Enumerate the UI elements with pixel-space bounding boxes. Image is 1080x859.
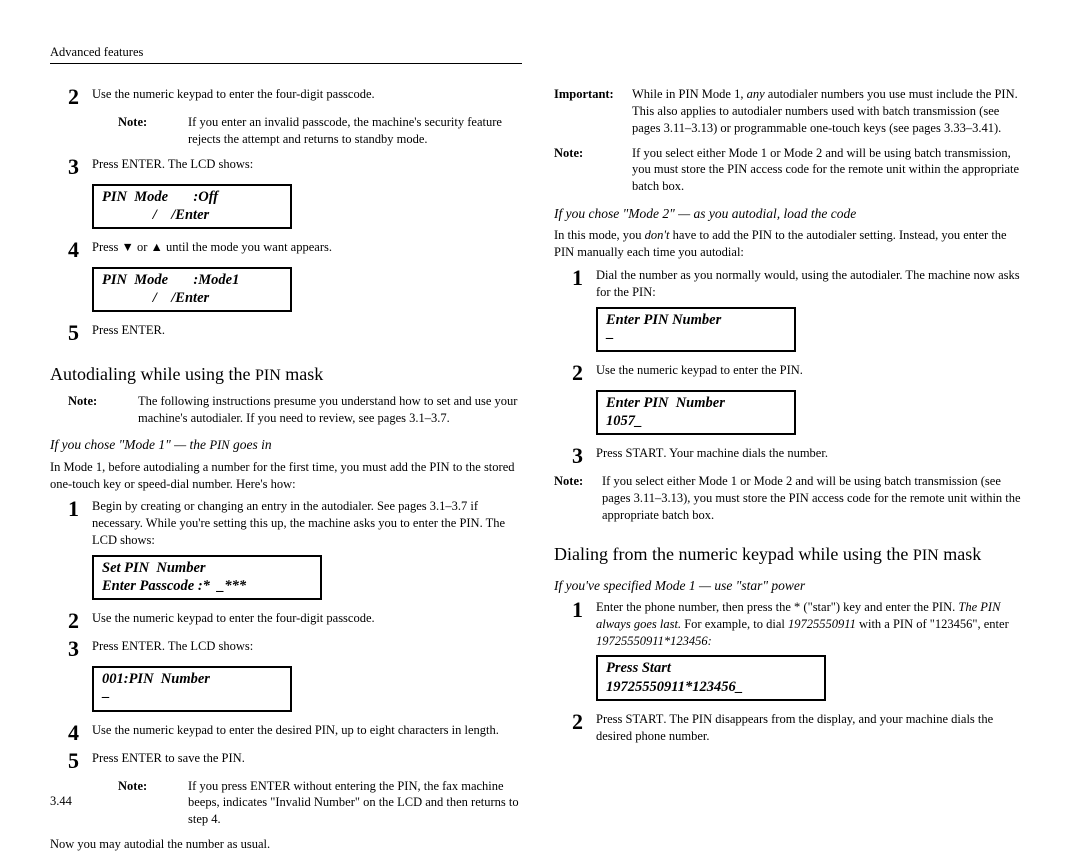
step-text: Press ▼ or ▲ until the mode you want app… [92,239,522,256]
step-number: 4 [68,722,92,744]
note-label: Important: [554,86,632,137]
step-number: 3 [68,638,92,660]
step-text: Press START. Your machine dials the numb… [596,445,1026,462]
step-4: 4 Press ▼ or ▲ until the mode you want a… [68,239,522,261]
step-number: 1 [68,498,92,520]
lcd-display: Set PIN Number Enter Passcode :* _*** [92,555,322,600]
note-body: If you enter an invalid passcode, the ma… [188,114,522,148]
step-1: 1 Dial the number as you normally would,… [572,267,1026,301]
step-text: Press ENTER. [92,322,522,339]
heading-dialing-keypad: Dialing from the numeric keypad while us… [554,542,1026,567]
step-2: 2 Press START. The PIN disappears from t… [572,711,1026,745]
note: Note: If you enter an invalid passcode, … [118,114,522,148]
note: Note: The following instructions presume… [68,393,522,427]
step-text: Begin by creating or changing an entry i… [92,498,522,549]
step-1: 1 Begin by creating or changing an entry… [68,498,522,549]
note-label: Note: [68,393,138,427]
step-text: Press ENTER to save the PIN. [92,750,522,767]
step-3b: 3 Press ENTER. The LCD shows: [68,638,522,660]
note-body: If you press ENTER without entering the … [188,778,522,829]
step-number: 2 [68,86,92,108]
lcd-display: PIN Mode :Mode1 / /Enter [92,267,292,312]
right-column: Important: While in PIN Mode 1, any auto… [554,82,1026,859]
step-2: 2 Use the numeric keypad to enter the fo… [68,86,522,108]
important-note: Important: While in PIN Mode 1, any auto… [554,86,1026,137]
left-column: 2 Use the numeric keypad to enter the fo… [50,82,522,859]
note: Note: If you select either Mode 1 or Mod… [554,145,1026,196]
note-label: Note: [554,145,632,196]
step-text: Dial the number as you normally would, u… [596,267,1026,301]
note-body: If you select either Mode 1 or Mode 2 an… [602,473,1026,524]
heading-autodialing: Autodialing while using the PIN mask [50,362,522,387]
subheading-mode1: If you chose "Mode 1" — the PIN goes in [50,436,522,454]
step-3: 3 Press START. Your machine dials the nu… [572,445,1026,467]
step-number: 2 [68,610,92,632]
step-number: 1 [572,599,596,621]
lcd-display: Press Start 19725550911*123456_ [596,655,826,700]
subheading-star: If you've specified Mode 1 — use "star" … [554,577,1026,595]
note-body: If you select either Mode 1 or Mode 2 an… [632,145,1026,196]
step-number: 5 [68,750,92,772]
step-number: 4 [68,239,92,261]
page-number: 3.44 [50,793,72,810]
step-5b: 5 Press ENTER to save the PIN. [68,750,522,772]
step-5: 5 Press ENTER. [68,322,522,344]
step-text: Press ENTER. The LCD shows: [92,156,522,173]
step-1: 1 Enter the phone number, then press the… [572,599,1026,650]
step-number: 5 [68,322,92,344]
page-header: Advanced features [50,44,522,64]
step-2b: 2 Use the numeric keypad to enter the fo… [68,610,522,632]
step-number: 3 [572,445,596,467]
step-number: 2 [572,362,596,384]
step-text: Press START. The PIN disappears from the… [596,711,1026,745]
paragraph: Now you may autodial the number as usual… [50,836,522,853]
lcd-display: Enter PIN Number 1057_ [596,390,796,435]
lcd-display: 001:PIN Number – [92,666,292,711]
step-text: Use the numeric keypad to enter the PIN. [596,362,1026,379]
note: Note: If you select either Mode 1 or Mod… [554,473,1026,524]
columns: 2 Use the numeric keypad to enter the fo… [50,82,1024,859]
note-body: The following instructions presume you u… [138,393,522,427]
note-label: Note: [118,778,188,829]
note-body: While in PIN Mode 1, any autodialer numb… [632,86,1026,137]
step-text: Use the numeric keypad to enter the four… [92,610,522,627]
note-label: Note: [554,473,602,524]
step-number: 2 [572,711,596,733]
lcd-display: PIN Mode :Off / /Enter [92,184,292,229]
step-2: 2 Use the numeric keypad to enter the PI… [572,362,1026,384]
paragraph: In Mode 1, before autodialing a number f… [50,459,522,493]
lcd-display: Enter PIN Number – [596,307,796,352]
step-4b: 4 Use the numeric keypad to enter the de… [68,722,522,744]
step-number: 1 [572,267,596,289]
subheading-mode2: If you chose "Mode 2" — as you autodial,… [554,205,1026,223]
step-text: Enter the phone number, then press the *… [596,599,1026,650]
paragraph: In this mode, you don't have to add the … [554,227,1026,261]
step-text: Use the numeric keypad to enter the four… [92,86,522,103]
step-number: 3 [68,156,92,178]
note: Note: If you press ENTER without enterin… [118,778,522,829]
page: Advanced features 2 Use the numeric keyp… [0,0,1080,834]
step-text: Press ENTER. The LCD shows: [92,638,522,655]
note-label: Note: [118,114,188,148]
step-text: Use the numeric keypad to enter the desi… [92,722,522,739]
step-3: 3 Press ENTER. The LCD shows: [68,156,522,178]
